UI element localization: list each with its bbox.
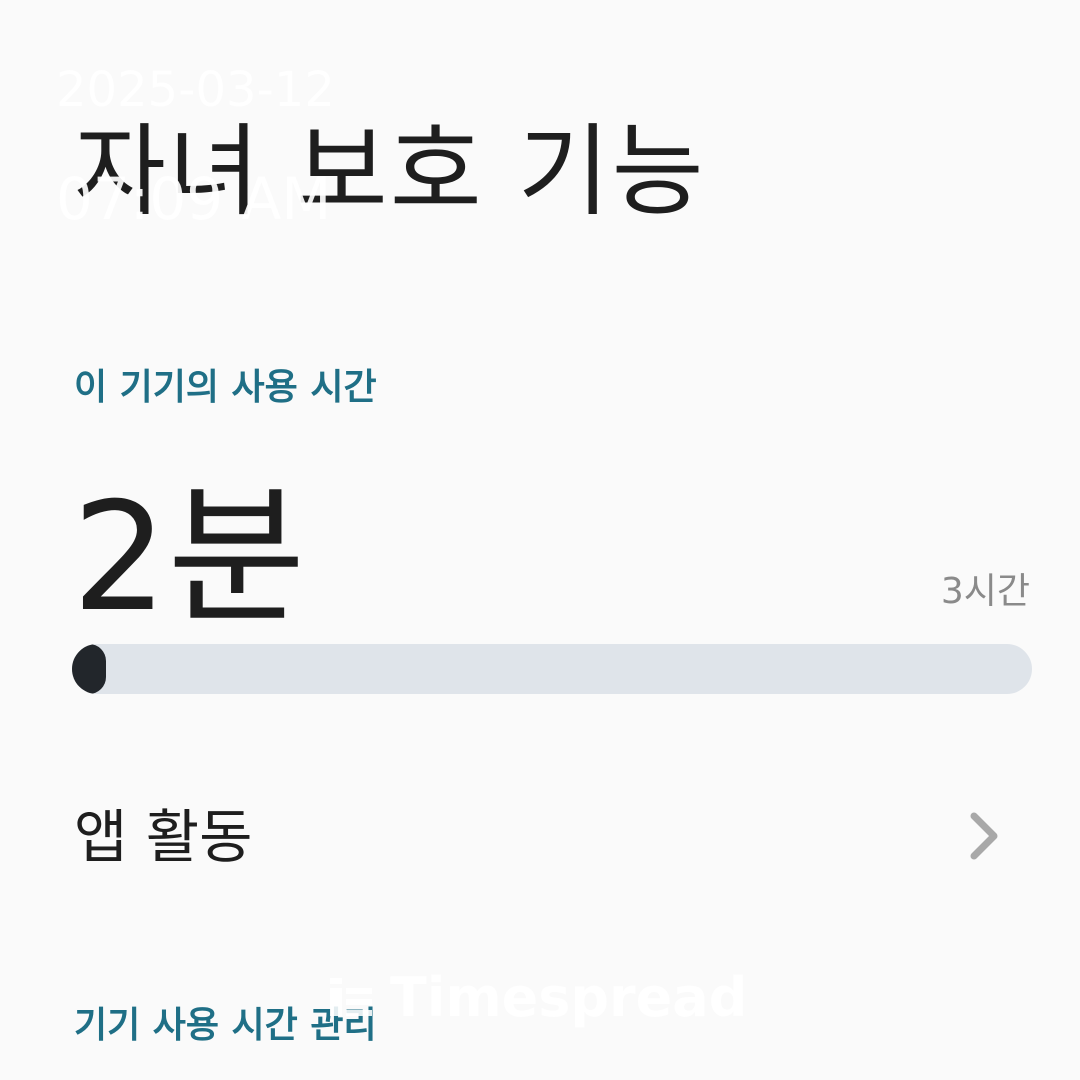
overlay-date: 2025-03-12: [56, 62, 335, 118]
device-usage-section-title: 이 기기의 사용 시간: [74, 367, 377, 408]
chevron-right-icon: [970, 812, 998, 860]
app-activity-label: 앱 활동: [74, 803, 253, 871]
watermark: Timespread: [328, 966, 747, 1030]
app-activity-row[interactable]: 앱 활동: [0, 780, 1080, 890]
usage-time-value: 2분: [72, 471, 306, 645]
parental-controls-screen: 자녀 보호 기능 2025-03-12 07:09 AM 이 기기의 사용 시간…: [0, 0, 1080, 1080]
watermark-logo-icon: [330, 978, 372, 1016]
watermark-text: Timespread: [390, 966, 748, 1029]
overlay-time: 07:09 AM: [56, 165, 332, 233]
usage-progress-fill: [72, 644, 106, 694]
usage-progress-bar: [72, 644, 1032, 694]
usage-limit-label: 3시간: [940, 571, 1030, 612]
